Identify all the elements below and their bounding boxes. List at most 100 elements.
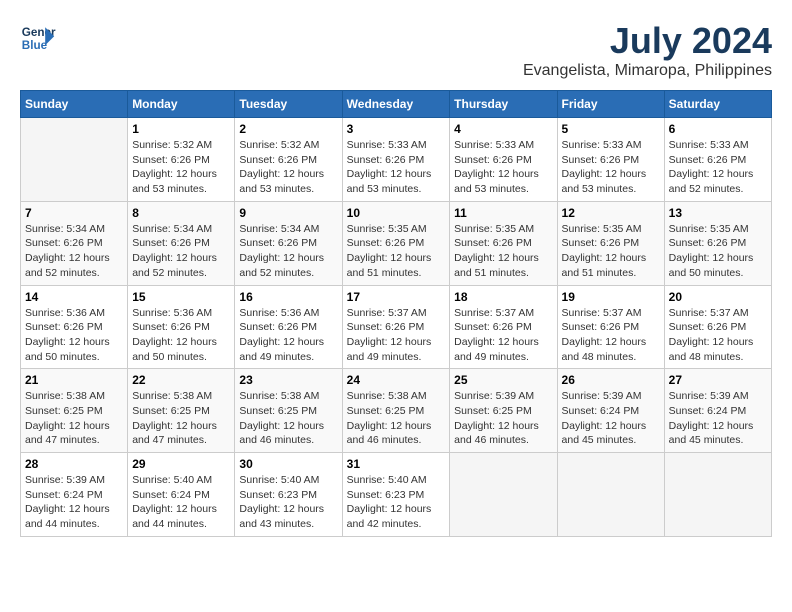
day-cell (450, 453, 557, 537)
day-number: 9 (239, 206, 337, 220)
day-info: Sunrise: 5:40 AM Sunset: 6:23 PM Dayligh… (347, 473, 446, 532)
day-cell: 28Sunrise: 5:39 AM Sunset: 6:24 PM Dayli… (21, 453, 128, 537)
day-info: Sunrise: 5:34 AM Sunset: 6:26 PM Dayligh… (25, 222, 123, 281)
day-cell: 24 Sunrise: 5:38 AM Sunset: 6:25 PM Dayli… (342, 369, 450, 453)
day-cell: 7 Sunrise: 5:34 AM Sunset: 6:26 PM Daylig… (21, 201, 128, 285)
day-number: 20 (669, 290, 767, 304)
day-cell: 3 Sunrise: 5:33 AM Sunset: 6:26 PM Daylig… (342, 118, 450, 202)
day-info: Sunrise: 5:39 AM Sunset: 6:24 PM Dayligh… (669, 389, 767, 448)
day-info: Sunrise: 5:34 AM Sunset: 6:26 PM Dayligh… (239, 222, 337, 281)
calendar-header-row: SundayMondayTuesdayWednesdayThursdayFrid… (21, 91, 772, 118)
day-number: 3 (347, 122, 446, 136)
day-number: 7 (25, 206, 123, 220)
day-number: 5 (562, 122, 660, 136)
day-header-tuesday: Tuesday (235, 91, 342, 118)
day-info: Sunrise: 5:40 AM Sunset: 6:23 PM Dayligh… (239, 473, 337, 532)
day-cell: 12Sunrise: 5:35 AM Sunset: 6:26 PM Dayli… (557, 201, 664, 285)
day-header-saturday: Saturday (664, 91, 771, 118)
day-info: Sunrise: 5:38 AM Sunset: 6:25 PM Dayligh… (25, 389, 123, 448)
day-number: 8 (132, 206, 230, 220)
day-header-thursday: Thursday (450, 91, 557, 118)
day-info: Sunrise: 5:36 AM Sunset: 6:26 PM Dayligh… (239, 306, 337, 365)
day-cell: 22 Sunrise: 5:38 AM Sunset: 6:25 PM Dayli… (128, 369, 235, 453)
day-info: Sunrise: 5:38 AM Sunset: 6:25 PM Dayligh… (132, 389, 230, 448)
day-cell: 19 Sunrise: 5:37 AM Sunset: 6:26 PM Dayli… (557, 285, 664, 369)
month-title: July 2024 (523, 20, 772, 62)
day-cell: 10Sunrise: 5:35 AM Sunset: 6:26 PM Dayli… (342, 201, 450, 285)
day-info: Sunrise: 5:37 AM Sunset: 6:26 PM Dayligh… (669, 306, 767, 365)
day-number: 21 (25, 373, 123, 387)
week-row-3: 14 Sunrise: 5:36 AM Sunset: 6:26 PM Dayli… (21, 285, 772, 369)
day-cell: 27 Sunrise: 5:39 AM Sunset: 6:24 PM Dayli… (664, 369, 771, 453)
day-cell: 16 Sunrise: 5:36 AM Sunset: 6:26 PM Dayli… (235, 285, 342, 369)
day-info: Sunrise: 5:36 AM Sunset: 6:26 PM Dayligh… (132, 306, 230, 365)
day-number: 11 (454, 206, 552, 220)
week-row-5: 28Sunrise: 5:39 AM Sunset: 6:24 PM Dayli… (21, 453, 772, 537)
day-info: Sunrise: 5:37 AM Sunset: 6:26 PM Dayligh… (562, 306, 660, 365)
day-number: 30 (239, 457, 337, 471)
day-info: Sunrise: 5:35 AM Sunset: 6:26 PM Dayligh… (347, 222, 446, 281)
day-number: 15 (132, 290, 230, 304)
day-number: 22 (132, 373, 230, 387)
day-number: 16 (239, 290, 337, 304)
day-cell: 5Sunrise: 5:33 AM Sunset: 6:26 PM Daylig… (557, 118, 664, 202)
day-number: 28 (25, 457, 123, 471)
day-cell: 18 Sunrise: 5:37 AM Sunset: 6:26 PM Dayli… (450, 285, 557, 369)
svg-text:Blue: Blue (22, 39, 48, 52)
day-number: 2 (239, 122, 337, 136)
calendar-table: SundayMondayTuesdayWednesdayThursdayFrid… (20, 90, 772, 537)
day-cell: 20 Sunrise: 5:37 AM Sunset: 6:26 PM Dayli… (664, 285, 771, 369)
day-cell: 8 Sunrise: 5:34 AM Sunset: 6:26 PM Daylig… (128, 201, 235, 285)
day-number: 27 (669, 373, 767, 387)
location-title: Evangelista, Mimaropa, Philippines (523, 62, 772, 80)
day-info: Sunrise: 5:38 AM Sunset: 6:25 PM Dayligh… (347, 389, 446, 448)
page-header: General Blue July 2024 Evangelista, Mima… (20, 20, 772, 80)
logo: General Blue (20, 20, 56, 56)
day-cell: 25 Sunrise: 5:39 AM Sunset: 6:25 PM Dayli… (450, 369, 557, 453)
day-number: 25 (454, 373, 552, 387)
day-cell: 26 Sunrise: 5:39 AM Sunset: 6:24 PM Dayli… (557, 369, 664, 453)
day-info: Sunrise: 5:39 AM Sunset: 6:24 PM Dayligh… (562, 389, 660, 448)
day-number: 26 (562, 373, 660, 387)
day-cell: 2 Sunrise: 5:32 AM Sunset: 6:26 PM Daylig… (235, 118, 342, 202)
day-info: Sunrise: 5:37 AM Sunset: 6:26 PM Dayligh… (454, 306, 552, 365)
day-cell: 13Sunrise: 5:35 AM Sunset: 6:26 PM Dayli… (664, 201, 771, 285)
day-info: Sunrise: 5:37 AM Sunset: 6:26 PM Dayligh… (347, 306, 446, 365)
day-cell: 11 Sunrise: 5:35 AM Sunset: 6:26 PM Dayli… (450, 201, 557, 285)
day-number: 29 (132, 457, 230, 471)
day-number: 4 (454, 122, 552, 136)
day-cell: 21 Sunrise: 5:38 AM Sunset: 6:25 PM Dayli… (21, 369, 128, 453)
day-number: 14 (25, 290, 123, 304)
day-header-sunday: Sunday (21, 91, 128, 118)
week-row-1: 1 Sunrise: 5:32 AM Sunset: 6:26 PM Daylig… (21, 118, 772, 202)
day-header-friday: Friday (557, 91, 664, 118)
day-number: 23 (239, 373, 337, 387)
day-info: Sunrise: 5:32 AM Sunset: 6:26 PM Dayligh… (239, 138, 337, 197)
week-row-4: 21 Sunrise: 5:38 AM Sunset: 6:25 PM Dayli… (21, 369, 772, 453)
day-info: Sunrise: 5:34 AM Sunset: 6:26 PM Dayligh… (132, 222, 230, 281)
week-row-2: 7 Sunrise: 5:34 AM Sunset: 6:26 PM Daylig… (21, 201, 772, 285)
day-cell: 6Sunrise: 5:33 AM Sunset: 6:26 PM Daylig… (664, 118, 771, 202)
day-number: 12 (562, 206, 660, 220)
day-header-wednesday: Wednesday (342, 91, 450, 118)
day-cell: 14 Sunrise: 5:36 AM Sunset: 6:26 PM Dayli… (21, 285, 128, 369)
day-number: 6 (669, 122, 767, 136)
day-cell: 9 Sunrise: 5:34 AM Sunset: 6:26 PM Daylig… (235, 201, 342, 285)
day-number: 24 (347, 373, 446, 387)
day-info: Sunrise: 5:35 AM Sunset: 6:26 PM Dayligh… (454, 222, 552, 281)
day-info: Sunrise: 5:39 AM Sunset: 6:25 PM Dayligh… (454, 389, 552, 448)
day-info: Sunrise: 5:38 AM Sunset: 6:25 PM Dayligh… (239, 389, 337, 448)
day-cell: 29Sunrise: 5:40 AM Sunset: 6:24 PM Dayli… (128, 453, 235, 537)
day-info: Sunrise: 5:33 AM Sunset: 6:26 PM Dayligh… (347, 138, 446, 197)
day-cell: 17Sunrise: 5:37 AM Sunset: 6:26 PM Dayli… (342, 285, 450, 369)
day-cell (21, 118, 128, 202)
day-number: 18 (454, 290, 552, 304)
day-info: Sunrise: 5:32 AM Sunset: 6:26 PM Dayligh… (132, 138, 230, 197)
day-number: 19 (562, 290, 660, 304)
day-cell: 31 Sunrise: 5:40 AM Sunset: 6:23 PM Dayli… (342, 453, 450, 537)
day-info: Sunrise: 5:36 AM Sunset: 6:26 PM Dayligh… (25, 306, 123, 365)
day-cell: 30 Sunrise: 5:40 AM Sunset: 6:23 PM Dayli… (235, 453, 342, 537)
day-number: 31 (347, 457, 446, 471)
day-cell: 1 Sunrise: 5:32 AM Sunset: 6:26 PM Daylig… (128, 118, 235, 202)
day-number: 1 (132, 122, 230, 136)
